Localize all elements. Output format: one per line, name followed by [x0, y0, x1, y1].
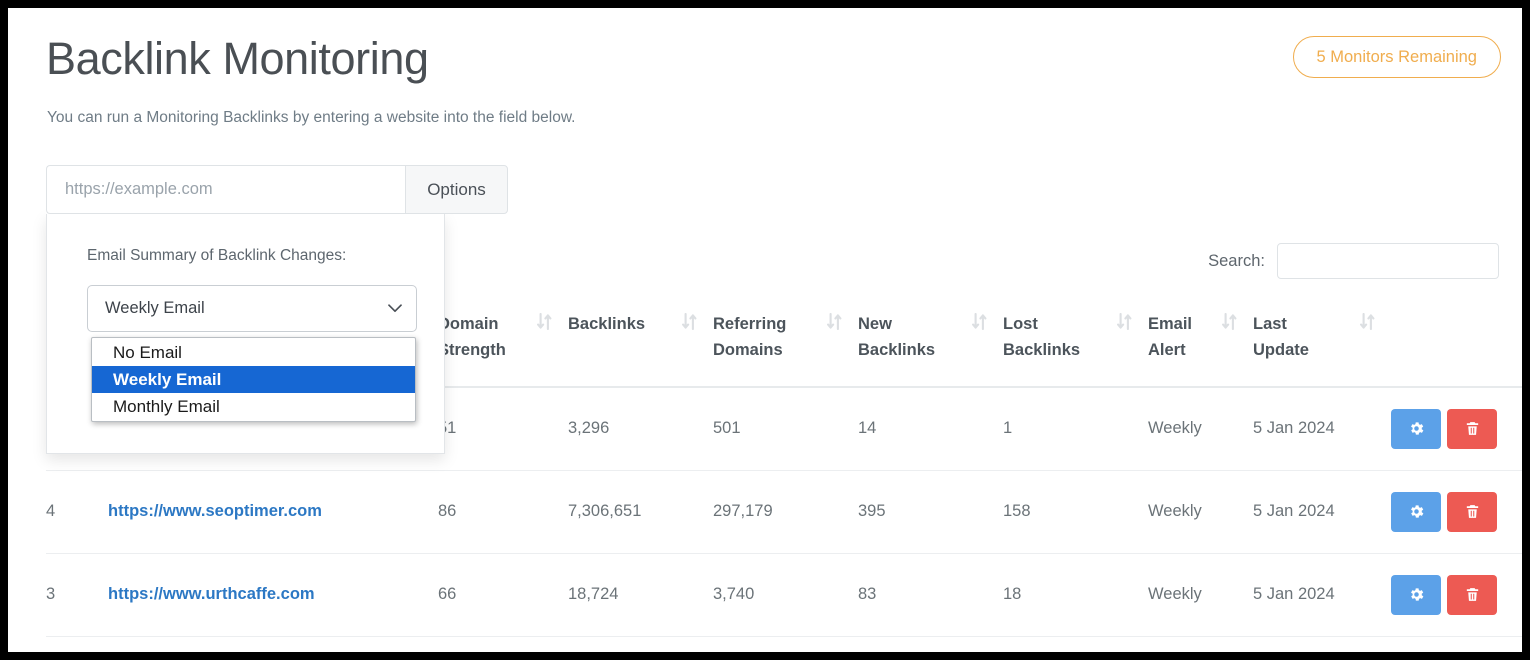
row-delete-button[interactable] — [1447, 492, 1497, 532]
row-url-link[interactable]: https://www.seoptimer.com — [108, 502, 322, 520]
row-last-update: 5 Jan 2024 — [1253, 387, 1391, 471]
row-last-update: 5 Jan 2024 — [1253, 470, 1391, 553]
option-no-email[interactable]: No Email — [92, 339, 415, 366]
col-lost-backlinks[interactable]: Lost Backlinks — [1003, 306, 1148, 387]
website-url-input[interactable] — [46, 165, 405, 214]
url-entry-row: Options — [46, 165, 508, 214]
sort-icon — [1360, 313, 1375, 330]
option-weekly-email[interactable]: Weekly Email — [92, 366, 415, 393]
row-url[interactable]: https://www.seoptimer.com — [108, 470, 438, 553]
row-actions — [1391, 636, 1522, 652]
row-last-update: 5 Jan 2024 — [1253, 553, 1391, 636]
col-email-alert[interactable]: Email Alert — [1148, 306, 1253, 387]
row-domain-strength: 66 — [438, 553, 568, 636]
col-new-backlinks-label: New Backlinks — [858, 311, 935, 364]
row-url-link[interactable]: https://www.urthcaffe.com — [108, 585, 315, 603]
row-backlinks: 18,724 — [568, 553, 713, 636]
row-referring-domains: 297,179 — [713, 470, 858, 553]
row-referring-domains: 2,981 — [713, 636, 858, 652]
row-settings-button[interactable] — [1391, 409, 1441, 449]
row-email-alert: Weekly — [1148, 553, 1253, 636]
row-settings-button[interactable] — [1391, 492, 1441, 532]
trash-icon — [1464, 503, 1481, 520]
col-new-backlinks[interactable]: New Backlinks — [858, 306, 1003, 387]
page-title: Backlink Monitoring — [46, 35, 429, 82]
row-email-alert: Weekly — [1148, 636, 1253, 652]
row-index: 3 — [46, 553, 108, 636]
row-new-backlinks: 395 — [858, 470, 1003, 553]
col-backlinks[interactable]: Backlinks — [568, 306, 713, 387]
row-email-alert: Weekly — [1148, 387, 1253, 471]
row-actions — [1391, 387, 1522, 471]
row-last-update: 5 Jan 2024 — [1253, 636, 1391, 652]
row-backlinks: 7,306,651 — [568, 470, 713, 553]
gear-icon — [1408, 586, 1425, 603]
row-lost-backlinks: 66 — [1003, 636, 1148, 652]
gear-icon — [1408, 420, 1425, 437]
table-row: 2 https://www.vervecoffee.com 73 133,685… — [46, 636, 1522, 652]
col-email-alert-label: Email Alert — [1148, 311, 1192, 364]
row-backlinks: 133,685 — [568, 636, 713, 652]
row-settings-button[interactable] — [1391, 575, 1441, 615]
search-input[interactable] — [1277, 243, 1499, 279]
sort-icon — [827, 313, 842, 330]
search-label: Search: — [1208, 252, 1265, 271]
col-domain-strength[interactable]: Domain Strength — [438, 306, 568, 387]
col-domain-strength-label: Domain Strength — [438, 311, 506, 364]
table-search: Search: — [1208, 243, 1499, 279]
row-new-backlinks: 1,422 — [858, 636, 1003, 652]
row-lost-backlinks: 18 — [1003, 553, 1148, 636]
chevron-down-icon — [388, 304, 402, 313]
col-actions[interactable] — [1391, 306, 1522, 387]
monitors-remaining-badge: 5 Monitors Remaining — [1293, 36, 1502, 78]
row-lost-backlinks: 158 — [1003, 470, 1148, 553]
row-referring-domains: 3,740 — [713, 553, 858, 636]
row-delete-button[interactable] — [1447, 575, 1497, 615]
row-referring-domains: 501 — [713, 387, 858, 471]
row-email-alert: Weekly — [1148, 470, 1253, 553]
row-domain-strength: 51 — [438, 387, 568, 471]
sort-icon — [1117, 313, 1132, 330]
gear-icon — [1408, 503, 1425, 520]
row-index: 2 — [46, 636, 108, 652]
row-url[interactable]: https://www.vervecoffee.com — [108, 636, 438, 652]
email-summary-select-value: Weekly Email — [105, 299, 388, 318]
page-subtitle: You can run a Monitoring Backlinks by en… — [47, 109, 575, 127]
row-backlinks: 3,296 — [568, 387, 713, 471]
app-frame: Backlink Monitoring You can run a Monito… — [8, 8, 1522, 652]
row-index: 4 — [46, 470, 108, 553]
sort-icon — [1222, 313, 1237, 330]
trash-icon — [1464, 586, 1481, 603]
col-referring-domains[interactable]: Referring Domains — [713, 306, 858, 387]
row-lost-backlinks: 1 — [1003, 387, 1148, 471]
email-summary-select[interactable]: Weekly Email — [87, 285, 417, 332]
row-delete-button[interactable] — [1447, 409, 1497, 449]
option-monthly-email[interactable]: Monthly Email — [92, 393, 415, 420]
col-lost-backlinks-label: Lost Backlinks — [1003, 311, 1080, 364]
col-backlinks-label: Backlinks — [568, 311, 645, 337]
options-button[interactable]: Options — [405, 165, 508, 214]
table-row: 3 https://www.urthcaffe.com 66 18,724 3,… — [46, 553, 1522, 636]
trash-icon — [1464, 420, 1481, 437]
col-referring-domains-label: Referring Domains — [713, 311, 786, 364]
row-url[interactable]: https://www.urthcaffe.com — [108, 553, 438, 636]
col-last-update[interactable]: Last Update — [1253, 306, 1391, 387]
row-domain-strength: 86 — [438, 470, 568, 553]
row-actions — [1391, 553, 1522, 636]
row-domain-strength: 73 — [438, 636, 568, 652]
row-new-backlinks: 83 — [858, 553, 1003, 636]
sort-icon — [537, 313, 552, 330]
table-row: 4 https://www.seoptimer.com 86 7,306,651… — [46, 470, 1522, 553]
email-summary-label: Email Summary of Backlink Changes: — [87, 247, 346, 265]
col-last-update-label: Last Update — [1253, 311, 1309, 364]
row-new-backlinks: 14 — [858, 387, 1003, 471]
sort-icon — [972, 313, 987, 330]
sort-icon — [682, 313, 697, 330]
row-actions — [1391, 470, 1522, 553]
email-summary-option-list[interactable]: No Email Weekly Email Monthly Email — [91, 337, 416, 422]
